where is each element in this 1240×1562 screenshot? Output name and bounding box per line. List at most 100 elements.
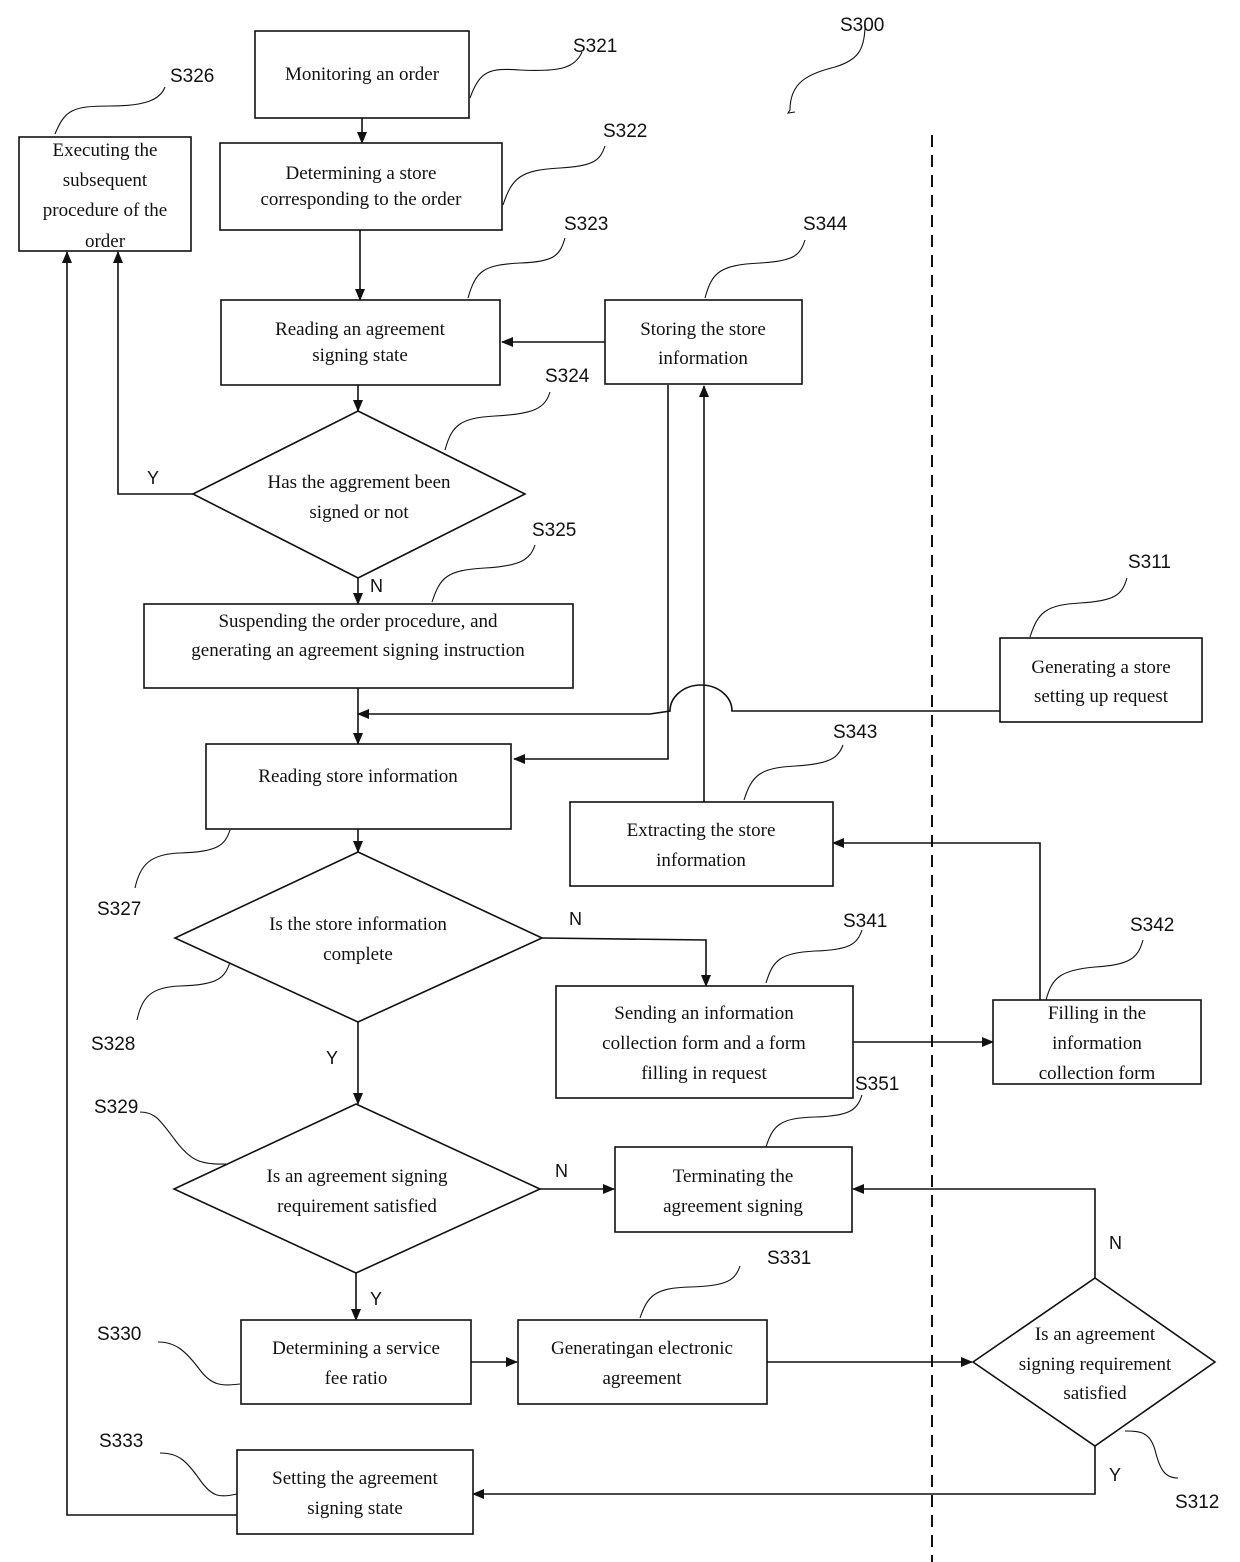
ref-label-s312: S312 <box>1175 1492 1219 1513</box>
branch-label-s329-no: N <box>555 1161 568 1181</box>
branch-label-s312-no: N <box>1109 1233 1122 1253</box>
node-s321-line-1: Monitoring an order <box>285 64 440 85</box>
node-s333-line-1: Setting the agreement <box>272 1468 438 1489</box>
ref-label-s326: S326 <box>170 66 214 87</box>
ref-label-s333: S333 <box>99 1431 143 1452</box>
ref-label-s300: S300 <box>840 15 884 36</box>
branch-label-s329-yes: Y <box>370 1289 382 1309</box>
node-s322-line-2: corresponding to the order <box>260 189 462 210</box>
node-s351[interactable]: Terminating the agreement signing <box>614 1146 853 1233</box>
ref-label-s330: S330 <box>97 1324 141 1345</box>
node-s331-line-1: Generatingan electronic <box>551 1338 733 1359</box>
node-s324-decision[interactable]: Has the aggrement been signed or not <box>191 410 527 579</box>
node-s330[interactable]: Determining a service fee ratio <box>240 1319 472 1405</box>
branch-label-s328-no: N <box>569 909 582 929</box>
node-s344[interactable]: Storing the store information <box>604 299 803 385</box>
node-s322[interactable]: Determining a store corresponding to the… <box>219 142 503 231</box>
node-s327[interactable]: Reading store information <box>205 743 512 830</box>
node-s312-decision[interactable]: Is an agreement signing requirement sati… <box>971 1277 1217 1447</box>
leader-s312 <box>1124 1430 1179 1479</box>
node-s311[interactable]: Generating a store setting up request <box>999 637 1203 723</box>
leader-s329 <box>139 1111 227 1165</box>
ref-label-s328: S328 <box>91 1034 135 1055</box>
leader-s333 <box>159 1452 238 1497</box>
ref-label-s311: S311 <box>1128 552 1171 573</box>
node-s330-line-2: fee ratio <box>325 1368 388 1389</box>
node-s351-line-2: agreement signing <box>663 1196 803 1217</box>
node-s323-line-2: signing state <box>312 345 408 366</box>
ref-label-s324: S324 <box>545 366 590 387</box>
node-s311-line-2: setting up request <box>1034 686 1169 707</box>
node-s341-line-2: collection form and a form <box>602 1033 806 1054</box>
leader-s322 <box>502 145 606 206</box>
node-s324-line-1: Has the aggrement been <box>267 472 451 493</box>
node-s325-line-1: Suspending the order procedure, and <box>218 611 498 632</box>
node-s311-line-1: Generating a store <box>1031 657 1170 678</box>
node-s312-line-1: Is an agreement <box>1035 1324 1156 1345</box>
leader-s351 <box>765 1094 863 1148</box>
node-s326[interactable]: Executing the subsequent procedure of th… <box>18 136 192 252</box>
node-s323-line-1: Reading an agreement <box>275 319 446 340</box>
node-s341[interactable]: Sending an information collection form a… <box>555 985 854 1099</box>
node-s333[interactable]: Setting the agreement signing state <box>236 1449 474 1535</box>
node-s326-line-3: procedure of the <box>43 200 168 221</box>
edge-s312-no-s351 <box>852 1184 1096 1278</box>
edge-s324-yes-s326 <box>113 251 193 495</box>
node-s324-line-2: signed or not <box>309 502 409 523</box>
flowchart-canvas: Monitoring an order Determining a store … <box>18 15 1219 1562</box>
ref-label-s342: S342 <box>1130 915 1174 936</box>
leader-s344 <box>704 239 806 299</box>
node-s351-line-1: Terminating the <box>673 1166 794 1187</box>
node-s342-line-3: collection form <box>1039 1063 1156 1084</box>
node-s323[interactable]: Reading an agreement signing state <box>220 299 501 386</box>
node-s341-line-3: filling in request <box>641 1063 767 1084</box>
node-s312-line-3: satisfied <box>1063 1383 1127 1404</box>
node-s329-decision[interactable]: Is an agreement signing requirement sati… <box>172 1103 542 1274</box>
node-s321[interactable]: Monitoring an order <box>254 30 470 119</box>
node-s330-line-1: Determining a service <box>272 1338 440 1359</box>
ref-label-s341: S341 <box>843 911 887 932</box>
node-s325[interactable]: Suspending the order procedure, and gene… <box>143 603 574 689</box>
node-s343-line-1: Extracting the store <box>627 820 776 841</box>
ref-label-s323: S323 <box>564 214 608 235</box>
node-s333-line-2: signing state <box>307 1498 403 1519</box>
node-s312-line-2: signing requirement <box>1019 1354 1172 1375</box>
ref-label-s351: S351 <box>855 1074 899 1095</box>
leader-s323 <box>467 237 566 299</box>
node-s331[interactable]: Generatingan electronic agreement <box>517 1319 768 1405</box>
leader-s328 <box>136 961 231 1021</box>
leader-s311 <box>1029 577 1128 638</box>
leader-s321 <box>469 51 583 99</box>
node-s331-line-2: agreement <box>602 1368 682 1389</box>
leader-s343 <box>743 744 844 801</box>
node-s344-line-2: information <box>658 348 748 369</box>
edge-s311-s327 <box>357 684 1000 719</box>
node-s328-line-2: complete <box>323 944 393 965</box>
edge-s328-no-s341 <box>541 937 711 987</box>
leader-s327 <box>134 829 231 889</box>
node-s342[interactable]: Filling in the information collection fo… <box>992 999 1202 1085</box>
edge-s333-s326 <box>62 251 237 1516</box>
ref-label-s321: S321 <box>573 36 617 57</box>
node-s342-line-2: information <box>1052 1033 1142 1054</box>
ref-label-s325: S325 <box>532 520 576 541</box>
ref-label-s329: S329 <box>94 1097 138 1118</box>
leader-s342 <box>1045 939 1144 1001</box>
leader-s300 <box>786 27 866 114</box>
leader-s330 <box>157 1341 241 1386</box>
edge-s312-yes-s333 <box>472 1446 1096 1499</box>
node-s329-line-1: Is an agreement signing <box>267 1166 448 1187</box>
node-s325-line-2: generating an agreement signing instruct… <box>191 640 525 661</box>
ref-label-s331: S331 <box>767 1248 811 1269</box>
node-s328-decision[interactable]: Is the store information complete <box>173 851 544 1023</box>
node-s341-line-1: Sending an information <box>614 1003 794 1024</box>
node-s322-line-1: Determining a store <box>286 163 437 184</box>
leader-s331 <box>639 1265 741 1319</box>
ref-label-s343: S343 <box>833 722 877 743</box>
node-s326-line-1: Executing the <box>53 140 158 161</box>
edge-s344-s327 <box>513 385 669 764</box>
node-s326-line-2: subsequent <box>63 170 148 191</box>
leader-s326 <box>54 86 166 135</box>
node-s327-line-1: Reading store information <box>258 766 458 787</box>
node-s343[interactable]: Extracting the store information <box>569 801 834 887</box>
